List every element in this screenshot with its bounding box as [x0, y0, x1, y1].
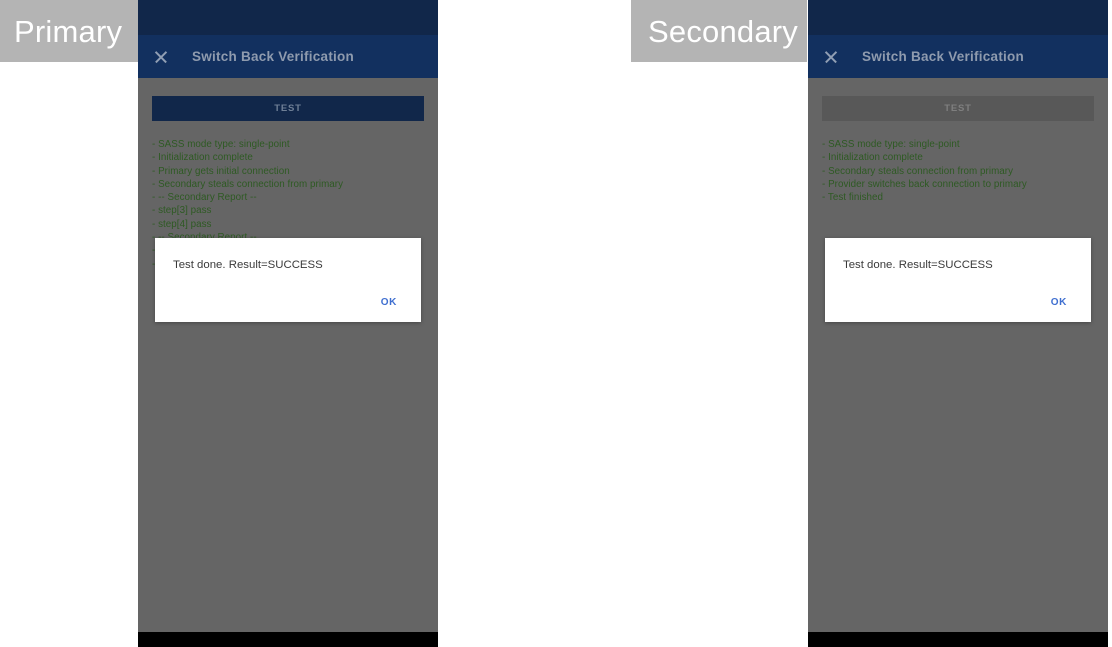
log-line: - Secondary steals connection from prima… — [152, 178, 344, 190]
close-icon[interactable] — [152, 48, 170, 66]
primary-body: TEST - SASS mode type: single-point - Ini… — [138, 78, 438, 613]
primary-app-bar: Switch Back Verification — [138, 35, 438, 78]
secondary-result-dialog: Test done. Result=SUCCESS OK — [825, 238, 1091, 322]
log-line: - Initialization complete — [822, 152, 923, 164]
secondary-nav-bar — [808, 632, 1108, 647]
secondary-phone-frame: Switch Back Verification TEST - SASS mod… — [808, 0, 1108, 647]
primary-dialog-ok-button[interactable]: OK — [375, 293, 403, 312]
primary-dialog-message: Test done. Result=SUCCESS — [173, 259, 323, 271]
log-line: - SASS mode type: single-point — [822, 139, 960, 150]
secondary-status-bar — [808, 0, 1108, 35]
secondary-role-label-text: Secondary — [648, 13, 799, 49]
log-line: - Provider switches back connection to p… — [822, 178, 1027, 190]
secondary-app-bar: Switch Back Verification — [808, 35, 1108, 78]
secondary-dialog-message: Test done. Result=SUCCESS — [843, 259, 993, 271]
primary-phone-frame: Switch Back Verification TEST - SASS mod… — [138, 0, 438, 647]
close-icon[interactable] — [822, 48, 840, 66]
log-line: - -- Secondary Report -- — [152, 192, 257, 204]
log-line: - Test finished — [822, 192, 884, 204]
primary-role-label: Primary — [0, 0, 138, 62]
secondary-body: TEST - SASS mode type: single-point - Ini… — [808, 78, 1108, 613]
primary-role-label-text: Primary — [14, 13, 123, 49]
log-line: - Initialization complete — [152, 152, 253, 164]
primary-result-dialog: Test done. Result=SUCCESS OK — [155, 238, 421, 322]
primary-nav-bar — [138, 632, 438, 647]
secondary-dialog-ok-button[interactable]: OK — [1045, 293, 1073, 312]
secondary-test-button: TEST — [822, 96, 1094, 121]
secondary-app-bar-title: Switch Back Verification — [862, 49, 1025, 64]
secondary-dialog-actions: OK — [843, 293, 1073, 312]
log-line: - SASS mode type: single-point — [152, 139, 290, 150]
secondary-log-list: - SASS mode type: single-point - Initiali… — [822, 138, 1094, 204]
primary-dialog-actions: OK — [173, 293, 403, 312]
primary-app-bar-title: Switch Back Verification — [192, 49, 355, 64]
log-line: - step[3] pass — [152, 205, 212, 217]
primary-test-button[interactable]: TEST — [152, 96, 424, 121]
log-line: - Primary gets initial connection — [152, 165, 290, 177]
secondary-role-label: Secondary — [631, 0, 807, 62]
log-line: - step[4] pass — [152, 218, 212, 230]
primary-status-bar — [138, 0, 438, 35]
log-line: - Secondary steals connection from prima… — [822, 165, 1014, 177]
screenshot-canvas: Primary Secondary Switch Back Verificati… — [0, 0, 1112, 647]
